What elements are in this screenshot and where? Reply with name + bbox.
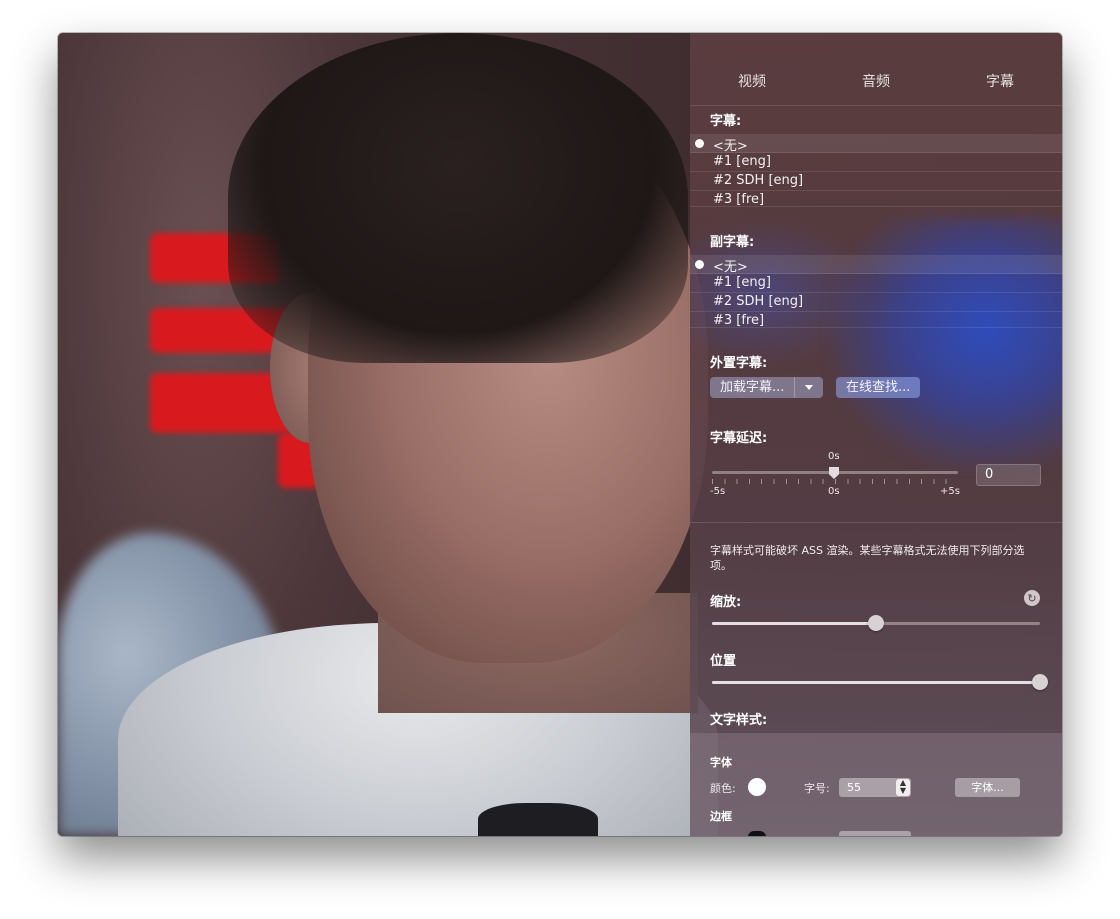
subtitles-heading: 字幕: (710, 114, 742, 129)
external-subtitles-heading: 外置字幕: (710, 356, 768, 371)
position-slider-track[interactable] (712, 681, 1040, 684)
subtitle-settings-panel: 视频 音频 字幕 字幕: <无> #1 [eng] #2 SDH [eng] #… (690, 33, 1062, 836)
font-group-label: 字体 (710, 756, 732, 769)
secondary-subtitles-heading: 副字幕: (710, 235, 755, 250)
subtitle-track-none[interactable]: <无> (690, 134, 1062, 154)
subtitle-track-list: <无> #1 [eng] #2 SDH [eng] #3 [fre] (690, 134, 1062, 207)
font-size-value: 55 (847, 781, 861, 794)
secondary-track-sdh-eng[interactable]: #2 SDH [eng] (690, 293, 1062, 312)
delay-slider-ticks (712, 479, 958, 484)
scale-heading: 缩放: (710, 595, 742, 610)
delay-slider-thumb[interactable] (829, 467, 839, 479)
color-label: 颜色: (710, 782, 736, 795)
choose-font-button[interactable]: 字体... (955, 778, 1020, 797)
subtitle-track-sdh-eng[interactable]: #2 SDH [eng] (690, 172, 1062, 191)
position-slider-fill (712, 681, 1040, 684)
chevron-down-icon (805, 385, 814, 390)
delay-max-label: +5s (940, 486, 960, 497)
section-divider (690, 522, 1062, 523)
delay-current-label: 0s (828, 451, 840, 462)
load-subtitle-control: 加载字幕... (710, 377, 824, 398)
scale-slider-thumb[interactable] (868, 615, 884, 631)
tab-subtitles[interactable]: 字幕 (986, 71, 1014, 91)
delay-mid-label: 0s (828, 486, 840, 497)
selected-dot-icon (695, 139, 704, 148)
load-subtitle-dropdown-button[interactable] (795, 377, 823, 398)
player-window: 视频 音频 字幕 字幕: <无> #1 [eng] #2 SDH [eng] #… (58, 33, 1062, 836)
font-size-stepper[interactable]: ▲ ▼ (896, 779, 910, 796)
tab-audio[interactable]: 音频 (862, 71, 890, 91)
find-online-button[interactable]: 在线查找... (836, 377, 921, 398)
delay-min-label: -5s (710, 486, 726, 497)
scale-slider-fill (712, 622, 876, 625)
style-warning-text: 字幕样式可能破坏 ASS 渲染。某些字幕格式无法使用下列部分选项。 (710, 544, 1025, 572)
text-color-swatch[interactable] (748, 778, 766, 796)
font-size-field[interactable]: 55 ▲ ▼ (839, 778, 911, 797)
subtitle-track-fre[interactable]: #3 [fre] (690, 191, 1062, 207)
border-size-field[interactable] (839, 831, 911, 836)
tab-bar: 视频 音频 字幕 (690, 33, 1062, 106)
delay-value-field[interactable]: 0 (976, 464, 1041, 486)
hair (228, 33, 688, 363)
border-color-swatch[interactable] (748, 831, 766, 836)
secondary-subtitle-track-list: <无> #1 [eng] #2 SDH [eng] #3 [fre] (690, 255, 1062, 328)
secondary-track-eng[interactable]: #1 [eng] (690, 274, 1062, 293)
selected-dot-icon (695, 260, 704, 269)
position-slider-thumb[interactable] (1032, 674, 1048, 690)
position-heading: 位置 (710, 654, 737, 669)
secondary-track-none[interactable]: <无> (690, 255, 1062, 275)
reset-icon[interactable]: ↻ (1024, 590, 1040, 606)
tab-video[interactable]: 视频 (738, 71, 766, 91)
subtitle-track-eng[interactable]: #1 [eng] (690, 153, 1062, 172)
border-group-label: 边框 (710, 810, 732, 823)
tie (478, 803, 598, 836)
load-subtitle-button[interactable]: 加载字幕... (710, 377, 796, 398)
text-style-heading: 文字样式: (710, 713, 768, 728)
subtitle-delay-heading: 字幕延迟: (710, 431, 768, 446)
font-size-label: 字号: (804, 782, 830, 795)
secondary-track-fre[interactable]: #3 [fre] (690, 312, 1062, 328)
